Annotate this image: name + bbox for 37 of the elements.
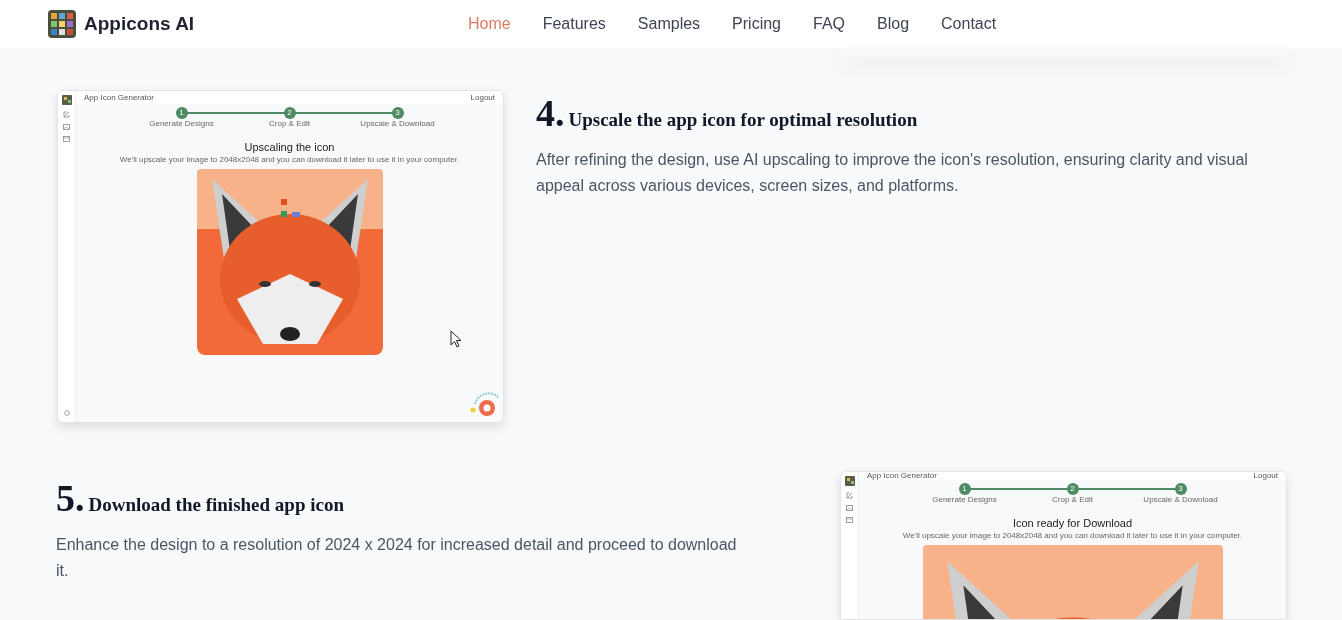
screen-subheading: We'll upscale your image to 2048x2048 and you can download it later to use it in your computer. xyxy=(901,532,1244,540)
step-description: Enhance the design to a resolution of 2024 x 2024 for increased detail and proceed to download it. xyxy=(56,534,738,581)
step-description: After refining the design, use AI upscaling to improve the icon's resolution, ensuring clarity and visual appeal across various devices, screen sizes, and platforms. xyxy=(536,149,1249,196)
logo-icon xyxy=(844,476,855,486)
nav-link[interactable]: FAQ xyxy=(813,12,845,36)
step-title: Download the finished app icon xyxy=(88,493,344,517)
app-title: App Icon Generator xyxy=(84,93,154,102)
brand-name[interactable]: Appicons AI xyxy=(84,9,195,39)
nav-link[interactable]: Pricing xyxy=(732,12,781,36)
step-label: Upscale & Download xyxy=(1143,496,1218,504)
nav-link[interactable]: Blog xyxy=(877,12,910,36)
step-label: Upscale & Download xyxy=(360,120,435,128)
edit-icon[interactable] xyxy=(63,111,70,118)
nav-link[interactable]: Contact xyxy=(941,12,997,36)
step-number: 5. xyxy=(56,479,85,517)
step-label: Generate Designs xyxy=(149,120,214,128)
settings-icon[interactable] xyxy=(63,410,70,416)
nav-link[interactable]: Features xyxy=(542,12,606,36)
logout-link[interactable]: Logout xyxy=(470,93,495,102)
step-label: Generate Designs xyxy=(932,496,997,504)
nav-link[interactable]: Samples xyxy=(637,12,701,36)
step-title: Upscale the app icon for optimal resolution xyxy=(568,108,918,132)
edit-icon[interactable] xyxy=(846,492,853,499)
logo-icon[interactable] xyxy=(48,10,76,38)
image-icon[interactable] xyxy=(63,124,70,130)
screen-heading: Upscaling the icon xyxy=(243,142,336,153)
logo-icon xyxy=(61,95,72,105)
step-label: Crop & Edit xyxy=(1052,496,1093,504)
screen-subheading: We'll upscale your image to 2048x2048 and you can download it later to use it in your computer. xyxy=(118,156,461,164)
step-label: Crop & Edit xyxy=(269,120,310,128)
step-number: 4. xyxy=(536,94,565,132)
logout-link[interactable]: Logout xyxy=(1253,472,1278,480)
screen-heading: Icon ready for Download xyxy=(1011,518,1134,529)
app-title: App Icon Generator xyxy=(867,472,937,480)
window-icon[interactable] xyxy=(63,136,70,142)
window-icon[interactable] xyxy=(846,517,853,523)
image-icon[interactable] xyxy=(846,505,853,511)
